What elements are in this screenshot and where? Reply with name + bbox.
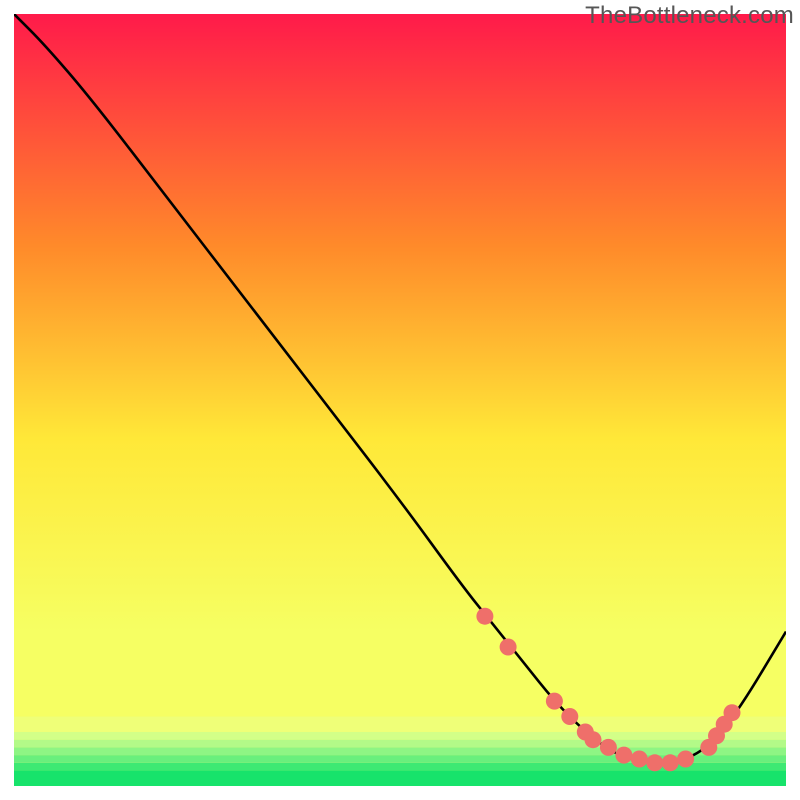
data-marker: [662, 754, 679, 771]
data-marker: [724, 704, 741, 721]
color-band: [14, 771, 786, 786]
watermark-text: TheBottleneck.com: [585, 2, 794, 30]
data-marker: [631, 751, 648, 768]
color-band: [14, 740, 786, 748]
chart-stage: TheBottleneck.com: [0, 0, 800, 800]
data-marker: [615, 747, 632, 764]
gradient-background: [14, 14, 786, 786]
chart-svg: [14, 14, 786, 786]
data-marker: [546, 693, 563, 710]
color-band: [14, 686, 786, 717]
data-marker: [600, 739, 617, 756]
data-marker: [646, 754, 663, 771]
plot-area: [14, 14, 786, 786]
color-band: [14, 747, 786, 755]
data-marker: [585, 731, 602, 748]
data-marker: [561, 708, 578, 725]
color-band: [14, 717, 786, 732]
data-marker: [476, 608, 493, 625]
data-marker: [500, 639, 517, 656]
color-band: [14, 732, 786, 740]
data-marker: [677, 751, 694, 768]
